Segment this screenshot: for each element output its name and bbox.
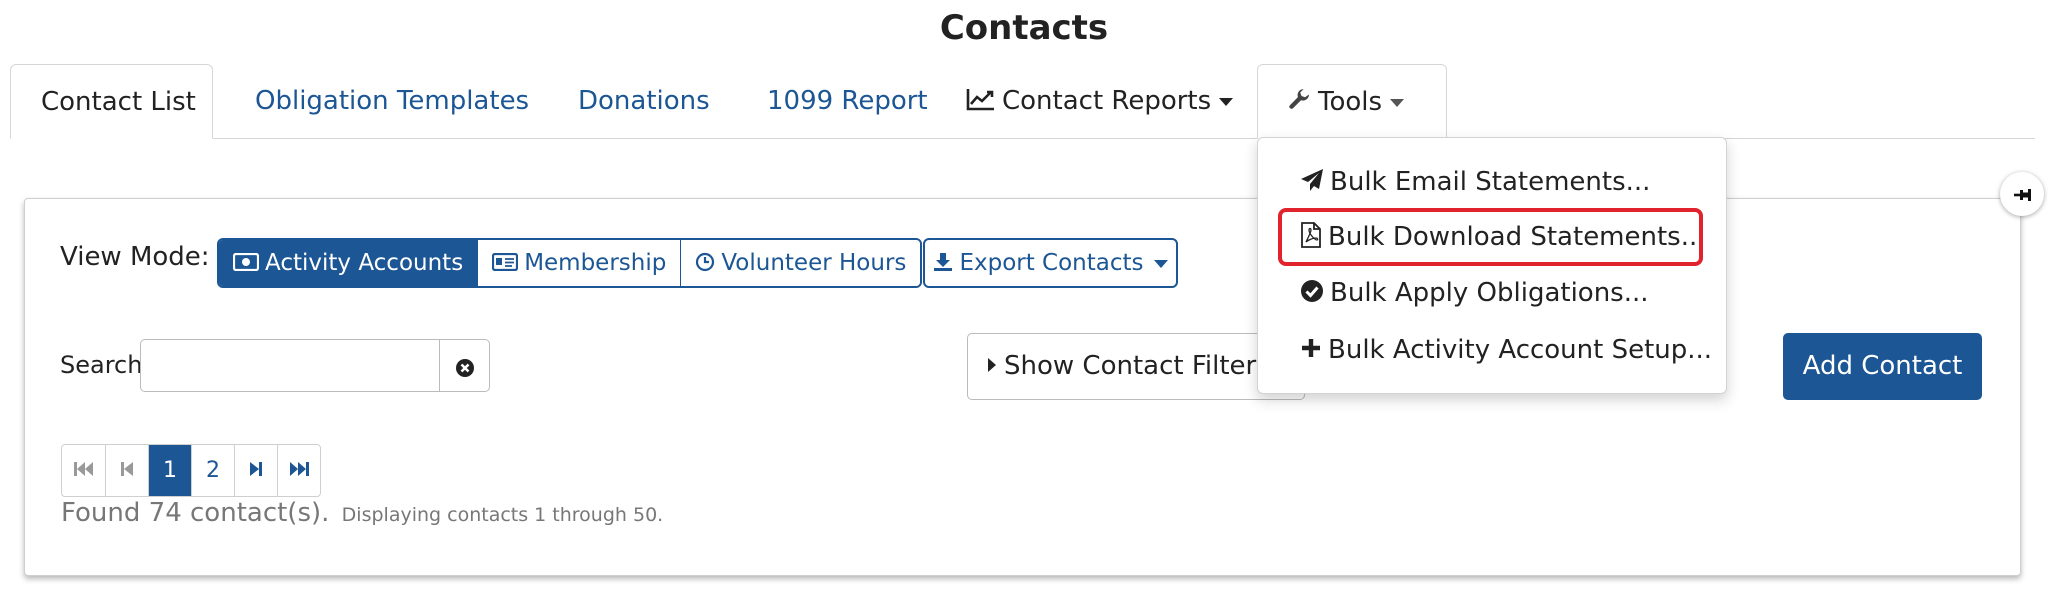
menu-item-label: Bulk Apply Obligations... bbox=[1330, 278, 1649, 308]
plus-icon bbox=[1302, 338, 1320, 357]
money-icon bbox=[232, 252, 260, 271]
tab-contact-list[interactable]: Contact List bbox=[10, 64, 213, 139]
check-circle-icon bbox=[1301, 279, 1323, 302]
clock-icon bbox=[696, 252, 715, 271]
view-mode-activity-accounts-label: Activity Accounts bbox=[265, 250, 464, 276]
download-icon bbox=[934, 252, 953, 271]
search-label: Search bbox=[60, 351, 143, 379]
menu-item-bulk-download-statements[interactable]: Bulk Download Statements... bbox=[1258, 209, 1726, 265]
tools-dropdown-menu: Bulk Email Statements... Bulk Download S… bbox=[1257, 137, 1727, 394]
page-title: Contacts bbox=[939, 8, 1109, 48]
caret-right-icon bbox=[988, 357, 996, 372]
tab-contact-reports[interactable]: Contact Reports bbox=[936, 64, 1263, 138]
clear-search-button[interactable] bbox=[439, 339, 490, 392]
previous-page-icon bbox=[121, 462, 133, 476]
results-summary: Found 74 contact(s). Displaying contacts… bbox=[61, 498, 663, 528]
wrench-icon bbox=[1289, 88, 1310, 109]
first-page-icon bbox=[73, 462, 93, 476]
id-card-icon bbox=[492, 252, 519, 271]
caret-down-icon bbox=[1390, 98, 1405, 107]
search-input[interactable] bbox=[140, 339, 440, 392]
caret-down-icon bbox=[1153, 259, 1168, 268]
show-contact-filters-label: Show Contact Filters bbox=[1004, 351, 1270, 381]
pin-icon bbox=[2014, 188, 2031, 201]
results-found: Found 74 contact(s). bbox=[61, 498, 330, 528]
view-mode-toggle: Activity Accounts Membership Volunteer H… bbox=[217, 238, 923, 288]
tab-obligation-templates[interactable]: Obligation Templates bbox=[225, 64, 559, 138]
pin-button[interactable] bbox=[2000, 172, 2044, 216]
tab-donations[interactable]: Donations bbox=[548, 64, 740, 138]
last-page-button[interactable] bbox=[277, 445, 320, 496]
menu-item-label: Bulk Email Statements... bbox=[1330, 167, 1651, 197]
view-mode-volunteer-hours-label: Volunteer Hours bbox=[721, 250, 907, 276]
page-1-button[interactable]: 1 bbox=[148, 445, 191, 496]
last-page-icon bbox=[290, 462, 309, 476]
add-contact-button[interactable]: Add Contact bbox=[1783, 333, 1982, 400]
view-mode-label: View Mode: bbox=[60, 242, 210, 272]
page-2-button[interactable]: 2 bbox=[191, 445, 234, 496]
pagination: 1 2 bbox=[61, 444, 321, 497]
line-chart-icon bbox=[966, 88, 994, 110]
export-contacts-button[interactable]: Export Contacts bbox=[923, 238, 1178, 288]
view-mode-volunteer-hours[interactable]: Volunteer Hours bbox=[680, 240, 921, 286]
export-contacts-label: Export Contacts bbox=[959, 250, 1144, 276]
paper-plane-icon bbox=[1301, 168, 1323, 191]
tab-tools[interactable]: Tools bbox=[1257, 64, 1447, 139]
caret-down-icon bbox=[1219, 97, 1234, 106]
menu-item-bulk-email-statements[interactable]: Bulk Email Statements... bbox=[1258, 154, 1726, 210]
menu-item-bulk-activity-account-setup[interactable]: Bulk Activity Account Setup... bbox=[1258, 322, 1726, 378]
show-contact-filters-button[interactable]: Show Contact Filters bbox=[967, 333, 1305, 400]
view-mode-activity-accounts[interactable]: Activity Accounts bbox=[219, 240, 478, 286]
menu-item-label: Bulk Activity Account Setup... bbox=[1328, 335, 1713, 365]
next-page-icon bbox=[250, 462, 262, 476]
tab-1099-report[interactable]: 1099 Report bbox=[737, 64, 958, 138]
results-displaying: Displaying contacts 1 through 50. bbox=[341, 504, 664, 526]
tab-tools-label: Tools bbox=[1318, 87, 1383, 117]
menu-item-bulk-apply-obligations[interactable]: Bulk Apply Obligations... bbox=[1258, 265, 1726, 321]
file-pdf-icon bbox=[1301, 221, 1321, 248]
tab-bar: Contact List Obligation Templates Donati… bbox=[10, 64, 2035, 139]
tab-contact-reports-label: Contact Reports bbox=[1002, 86, 1212, 116]
previous-page-button[interactable] bbox=[105, 445, 148, 496]
next-page-button[interactable] bbox=[234, 445, 277, 496]
close-circle-icon bbox=[455, 358, 474, 377]
view-mode-membership[interactable]: Membership bbox=[477, 240, 681, 286]
menu-item-label: Bulk Download Statements... bbox=[1328, 222, 1706, 252]
first-page-button[interactable] bbox=[62, 445, 105, 496]
view-mode-membership-label: Membership bbox=[524, 250, 667, 276]
